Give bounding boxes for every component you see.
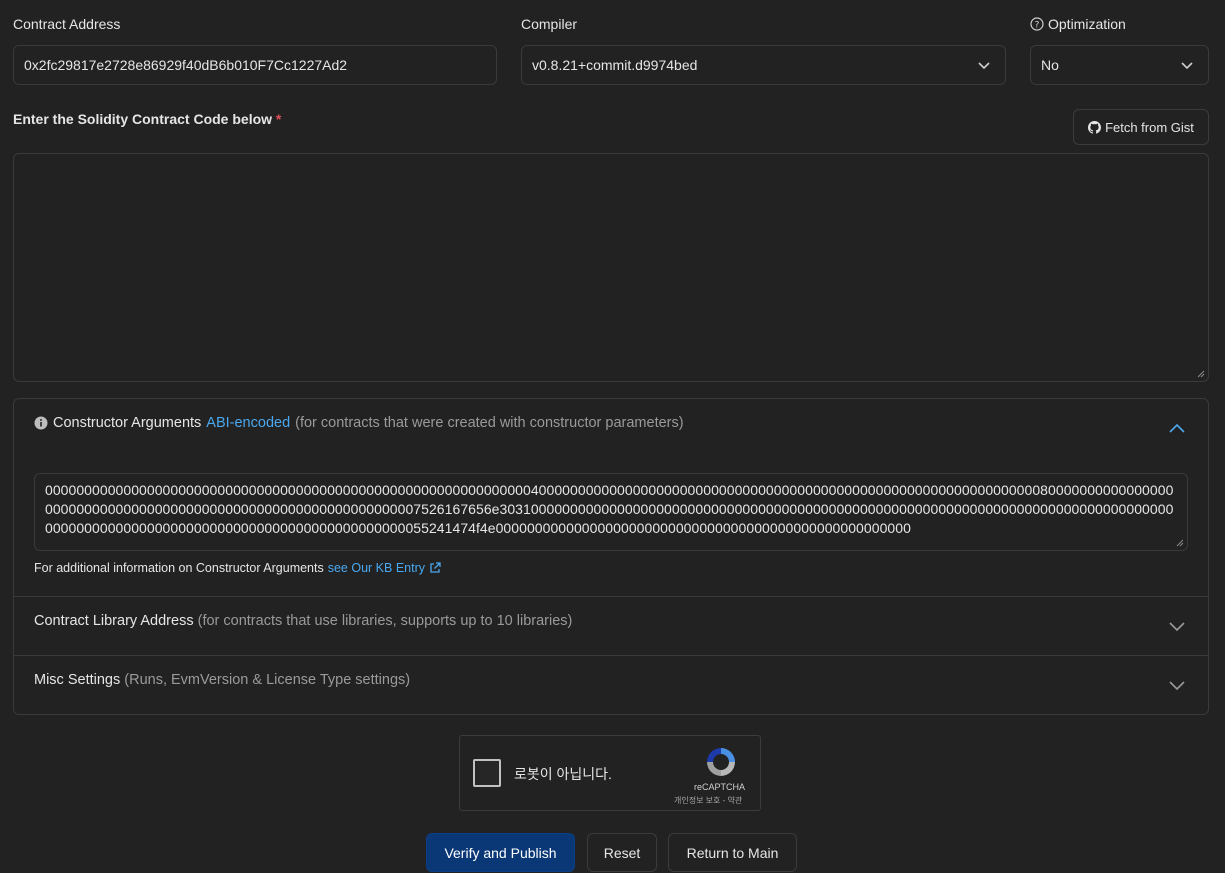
recaptcha-links[interactable]: 개인정보 보호 - 약관 — [674, 795, 742, 806]
compiler-select[interactable]: v0.8.21+commit.d9974bed — [521, 45, 1006, 85]
misc-settings-header[interactable]: Misc Settings (Runs, EvmVersion & Licens… — [34, 672, 410, 688]
library-address-header[interactable]: Contract Library Address (for contracts … — [34, 613, 572, 629]
constructor-args-textarea[interactable]: 0000000000000000000000000000000000000000… — [34, 473, 1188, 551]
external-link-icon[interactable] — [429, 562, 441, 574]
code-section-label: Enter the Solidity Contract Code below — [13, 111, 273, 127]
contract-address-input[interactable]: 0x2fc29817e2728e86929f40dB6b010F7Cc1227A… — [13, 45, 497, 85]
accordion-divider — [14, 655, 1208, 656]
recaptcha-widget: 로봇이 아닙니다. reCAPTCHA 개인정보 보호 - 약관 — [459, 735, 761, 811]
optimization-select[interactable]: No — [1030, 45, 1209, 85]
question-circle-icon[interactable]: ? — [1030, 17, 1044, 31]
svg-text:?: ? — [1035, 21, 1040, 31]
required-marker: * — [275, 111, 282, 127]
optimization-label: Optimization — [1048, 16, 1126, 32]
recaptcha-logo-icon — [707, 748, 735, 776]
chevron-down-icon — [1181, 62, 1193, 70]
verify-and-publish-button[interactable]: Verify and Publish — [426, 833, 575, 872]
fetch-from-gist-label: Fetch from Gist — [1105, 119, 1194, 135]
optimization-selected-value: No — [1041, 57, 1059, 73]
resize-handle-icon[interactable] — [1197, 370, 1205, 378]
chevron-down-icon — [978, 62, 990, 70]
kb-entry-link[interactable]: see Our KB Entry — [328, 561, 425, 575]
recaptcha-checkbox[interactable] — [473, 759, 501, 787]
chevron-up-icon[interactable] — [1168, 420, 1186, 438]
fetch-from-gist-button[interactable]: Fetch from Gist — [1073, 109, 1209, 145]
abi-encoded-link[interactable]: ABI-encoded — [206, 415, 290, 431]
misc-title: Misc Settings — [34, 672, 121, 688]
constructor-args-header[interactable]: Constructor Arguments ABI-encoded (for c… — [34, 415, 684, 431]
settings-accordion: Constructor Arguments ABI-encoded (for c… — [13, 398, 1209, 715]
return-to-main-button[interactable]: Return to Main — [668, 833, 797, 872]
optimization-label-group: ? Optimization — [1030, 16, 1126, 32]
recaptcha-label: 로봇이 아닙니다. — [514, 766, 612, 782]
recaptcha-brand: reCAPTCHA — [694, 782, 746, 792]
chevron-down-icon[interactable] — [1168, 617, 1186, 635]
contract-address-value: 0x2fc29817e2728e86929f40dB6b010F7Cc1227A… — [24, 57, 348, 73]
code-section-heading: Enter the Solidity Contract Code below * — [13, 111, 281, 127]
solidity-code-textarea[interactable] — [13, 153, 1209, 382]
reset-button[interactable]: Reset — [587, 833, 657, 872]
misc-note: (Runs, EvmVersion & License Type setting… — [124, 672, 411, 688]
info-circle-icon — [34, 416, 48, 430]
library-note: (for contracts that use libraries, suppo… — [197, 613, 573, 629]
constructor-args-footer: For additional information on Constructo… — [34, 561, 441, 575]
constructor-args-value: 0000000000000000000000000000000000000000… — [45, 482, 1174, 536]
compiler-selected-value: v0.8.21+commit.d9974bed — [532, 57, 698, 73]
constructor-args-title: Constructor Arguments — [53, 415, 202, 431]
constructor-args-note: (for contracts that were created with co… — [295, 415, 684, 431]
github-icon — [1088, 120, 1102, 134]
resize-handle-icon[interactable] — [1176, 539, 1184, 547]
compiler-label: Compiler — [521, 16, 578, 32]
contract-address-label: Contract Address — [13, 16, 121, 32]
constructor-footer-text: For additional information on Constructo… — [34, 561, 324, 575]
chevron-down-icon[interactable] — [1168, 676, 1186, 694]
accordion-divider — [14, 596, 1208, 597]
library-title: Contract Library Address — [34, 613, 194, 629]
